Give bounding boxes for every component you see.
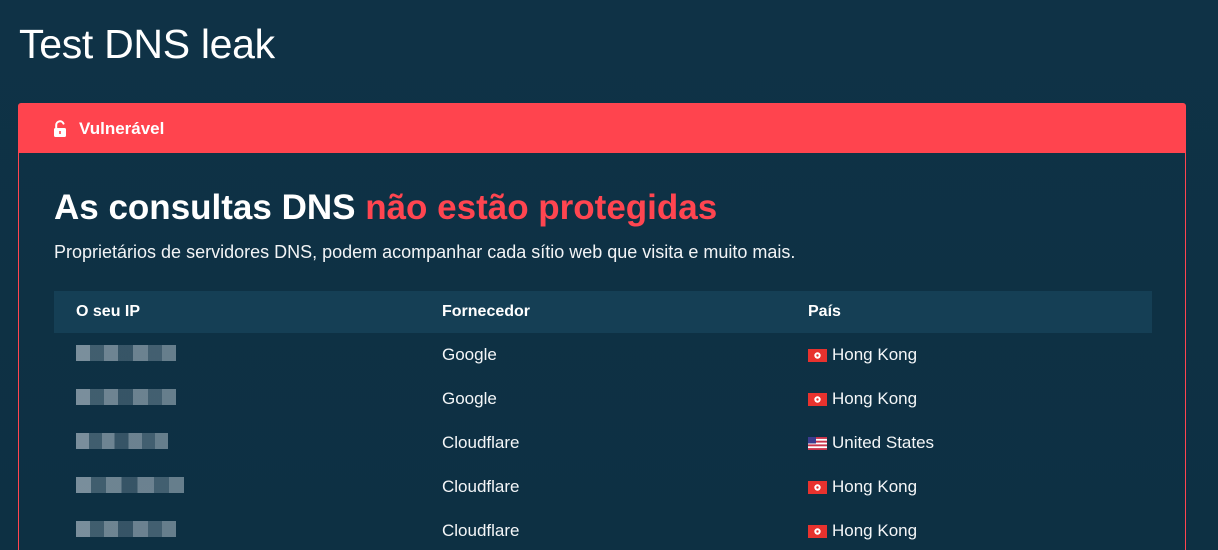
hong-kong-flag-icon bbox=[808, 348, 827, 362]
country-cell: Hong Kong bbox=[786, 345, 1152, 365]
united-states-flag-icon bbox=[808, 436, 827, 450]
page-title: Test DNS leak bbox=[19, 21, 275, 67]
headline-warning: não estão protegidas bbox=[365, 188, 718, 227]
ip-cell bbox=[54, 344, 420, 366]
table-row: Cloudflare Hong Kong bbox=[54, 509, 1152, 550]
table-header-row: O seu IP Fornecedor País bbox=[54, 291, 1152, 333]
ip-cell bbox=[54, 432, 420, 454]
country-cell: Hong Kong bbox=[786, 477, 1152, 497]
country-name: Hong Kong bbox=[832, 521, 918, 540]
status-bar: Vulnerável bbox=[19, 104, 1185, 153]
redacted-ip bbox=[76, 520, 176, 537]
dns-results-table: O seu IP Fornecedor País Google Hong Kon… bbox=[54, 291, 1152, 550]
provider-cell: Google bbox=[442, 389, 497, 408]
provider-cell: Cloudflare bbox=[442, 433, 520, 452]
country-cell: United States bbox=[786, 433, 1152, 453]
table-row: Google Hong Kong bbox=[54, 333, 1152, 377]
headline-part1: As consultas DNS bbox=[54, 188, 366, 227]
redacted-ip bbox=[76, 432, 168, 449]
ip-cell bbox=[54, 476, 420, 498]
description-text: Proprietários de servidores DNS, podem a… bbox=[54, 242, 796, 262]
country-cell: Hong Kong bbox=[786, 389, 1152, 409]
hong-kong-flag-icon bbox=[808, 480, 827, 494]
header-provider: Fornecedor bbox=[442, 303, 531, 320]
country-name: Hong Kong bbox=[832, 389, 918, 408]
header-ip: O seu IP bbox=[76, 303, 141, 320]
country-name: Hong Kong bbox=[832, 477, 918, 496]
hong-kong-flag-icon bbox=[808, 392, 827, 406]
redacted-ip bbox=[76, 388, 176, 405]
header-country: País bbox=[808, 303, 841, 320]
hong-kong-flag-icon bbox=[808, 524, 827, 538]
table-row: Cloudflare Hong Kong bbox=[54, 465, 1152, 509]
table-row: Cloudflare United States bbox=[54, 421, 1152, 465]
table-row: Google Hong Kong bbox=[54, 377, 1152, 421]
ip-cell bbox=[54, 388, 420, 410]
provider-cell: Cloudflare bbox=[442, 521, 520, 540]
headline: As consultas DNS não estão protegidas bbox=[54, 186, 717, 230]
country-name: Hong Kong bbox=[832, 345, 918, 364]
redacted-ip bbox=[76, 476, 184, 493]
redacted-ip bbox=[76, 344, 176, 361]
provider-cell: Google bbox=[442, 345, 497, 364]
provider-cell: Cloudflare bbox=[442, 477, 520, 496]
dns-leak-page: Test DNS leak Vulnerável As consultas DN… bbox=[0, 0, 1218, 550]
country-name: United States bbox=[832, 433, 935, 452]
ip-cell bbox=[54, 520, 420, 542]
unlocked-padlock-icon bbox=[53, 119, 67, 138]
country-cell: Hong Kong bbox=[786, 521, 1152, 541]
result-card: Vulnerável As consultas DNS não estão pr… bbox=[18, 103, 1186, 550]
status-label: Vulnerável bbox=[79, 118, 165, 138]
